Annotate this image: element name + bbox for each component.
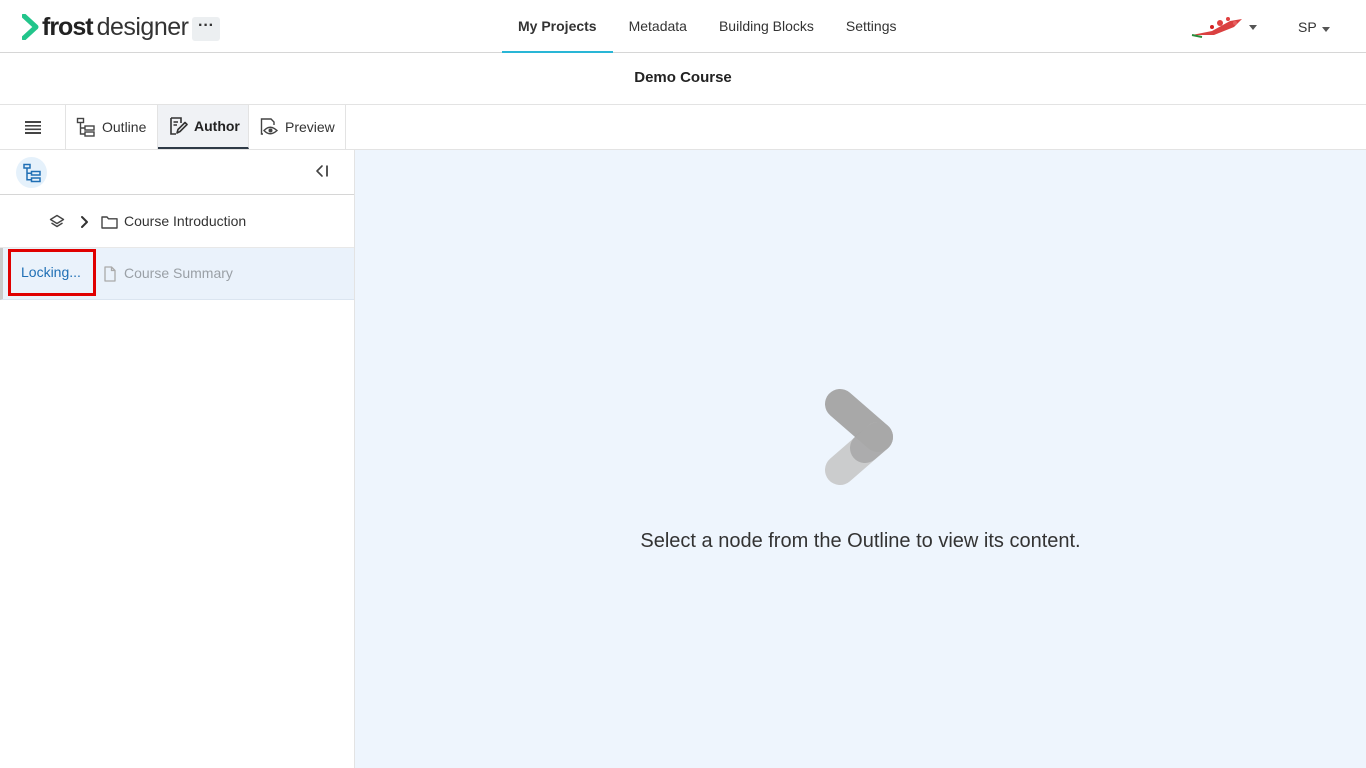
author-edit-icon <box>170 117 188 135</box>
tab-outline[interactable]: Outline <box>66 105 158 149</box>
frost-chevron-placeholder-icon <box>825 389 893 485</box>
page-file-icon <box>104 266 116 282</box>
frost-designer-logo[interactable]: frost designer <box>22 12 189 42</box>
tab-preview-label: Preview <box>285 119 335 135</box>
collapse-panel-icon[interactable] <box>314 163 330 179</box>
empty-state-message: Select a node from the Outline to view i… <box>640 530 1081 552</box>
author-content-area: Select a node from the Outline to view i… <box>355 150 1366 768</box>
chevron-right-icon[interactable] <box>79 215 91 229</box>
outline-tree-icon <box>76 117 95 137</box>
tab-author[interactable]: Author <box>158 105 249 149</box>
view-tab-bar: Outline Author Preview <box>0 105 1366 150</box>
top-bar: frost designer ··· My Projects Metadata … <box>0 0 1366 53</box>
tree-structure-icon <box>22 163 41 182</box>
nav-settings[interactable]: Settings <box>830 0 913 53</box>
nav-metadata[interactable]: Metadata <box>613 0 703 53</box>
main-nav: My Projects Metadata Building Blocks Set… <box>502 0 913 53</box>
user-initials: SP <box>1298 19 1317 35</box>
nav-building-blocks[interactable]: Building Blocks <box>703 0 830 53</box>
user-caret-down-icon[interactable] <box>1322 27 1330 32</box>
organization-logo[interactable] <box>1190 13 1244 39</box>
folder-icon <box>101 216 118 229</box>
tab-outline-label: Outline <box>102 119 147 135</box>
hamburger-icon <box>24 120 41 134</box>
outline-tree-button[interactable] <box>16 157 47 188</box>
more-options-button[interactable]: ··· <box>192 17 220 41</box>
tab-author-label: Author <box>194 118 240 134</box>
outline-panel: Course Introduction Locking... Course Su… <box>0 150 355 768</box>
logo-text-frost: frost <box>42 12 94 41</box>
outline-node-label: Course Summary <box>124 265 233 281</box>
project-title: Demo Course <box>634 69 732 86</box>
org-caret-down-icon[interactable] <box>1249 25 1257 30</box>
tab-preview[interactable]: Preview <box>249 105 346 149</box>
preview-eye-icon <box>260 118 279 135</box>
logo-text-designer: designer <box>96 12 189 41</box>
logo-chevron-icon <box>22 14 39 40</box>
layers-icon[interactable] <box>49 214 65 230</box>
outline-panel-header <box>0 150 354 195</box>
nav-my-projects[interactable]: My Projects <box>502 0 613 53</box>
outline-node-course-summary[interactable]: Locking... Course Summary <box>0 248 354 300</box>
outline-node-course-introduction[interactable]: Course Introduction <box>0 196 354 248</box>
outline-node-label: Course Introduction <box>124 213 247 229</box>
user-menu-button[interactable]: SP <box>1298 19 1317 35</box>
menu-toggle-button[interactable] <box>0 105 66 149</box>
project-title-bar: Demo Course <box>0 53 1366 105</box>
locking-status: Locking... <box>8 249 96 296</box>
